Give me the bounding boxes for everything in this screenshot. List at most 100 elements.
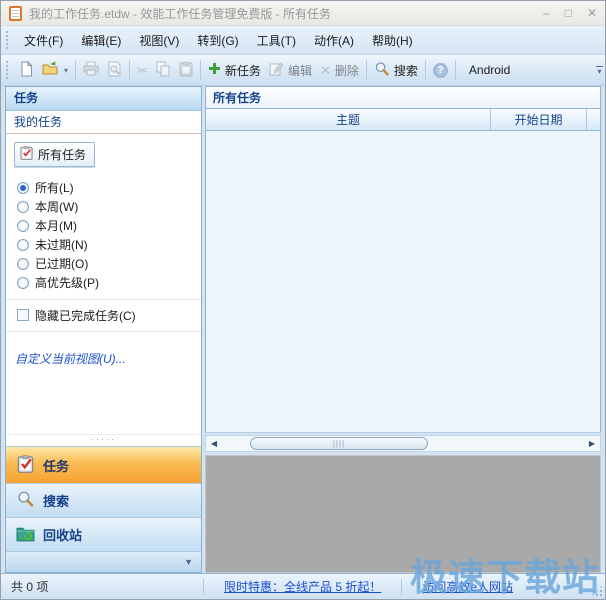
search-icon	[374, 61, 390, 80]
divider	[6, 299, 201, 300]
copy-button[interactable]	[152, 58, 175, 82]
radio-icon[interactable]	[17, 220, 29, 232]
task-list-area[interactable]	[205, 131, 601, 433]
menu-edit[interactable]: 编辑(E)	[72, 28, 130, 53]
view-title: 所有任务	[205, 86, 601, 109]
menu-tools[interactable]: 工具(T)	[248, 28, 305, 53]
edit-task-button[interactable]: 编辑	[265, 58, 316, 82]
my-tasks-group-label: 我的任务	[6, 111, 201, 134]
tasks-clipboard-icon	[16, 454, 35, 477]
menu-file[interactable]: 文件(F)	[15, 28, 72, 53]
help-button[interactable]: ?	[429, 58, 452, 82]
all-tasks-button[interactable]: 所有任务	[14, 142, 95, 167]
window-controls: – □ ✕	[543, 7, 597, 19]
task-grid-header: 主题 开始日期	[205, 109, 601, 131]
print-icon	[83, 61, 99, 79]
toolbar-separator	[200, 60, 201, 80]
column-header-subject[interactable]: 主题	[206, 109, 491, 131]
maximize-icon[interactable]: □	[565, 7, 572, 19]
open-file-button[interactable]: ▾	[38, 58, 72, 82]
menu-bar: 文件(F) 编辑(E) 视图(V) 转到(G) 工具(T) 动作(A) 帮助(H…	[1, 26, 605, 55]
delete-x-icon: ✕	[320, 64, 331, 77]
delete-task-button[interactable]: ✕ 删除	[316, 58, 363, 82]
filter-all[interactable]: 所有(L)	[17, 178, 201, 197]
filter-not-expired[interactable]: 未过期(N)	[17, 235, 201, 254]
radio-icon[interactable]	[17, 201, 29, 213]
toolbar: ▾ ✂	[1, 55, 605, 86]
nav-tasks[interactable]: 任务	[6, 446, 201, 483]
filter-this-week[interactable]: 本周(W)	[17, 197, 201, 216]
filter-label: 未过期(N)	[35, 236, 88, 253]
hide-completed-checkbox-row[interactable]: 隐藏已完成任务(C)	[6, 306, 201, 324]
task-preview-pane	[205, 455, 601, 573]
search-magnifier-icon	[16, 490, 35, 512]
new-file-button[interactable]	[15, 58, 38, 82]
cut-button[interactable]: ✂	[133, 58, 152, 82]
clipboard-check-icon	[19, 145, 34, 164]
scroll-right-arrow-icon[interactable]: ▶	[584, 436, 600, 451]
all-tasks-button-label: 所有任务	[38, 146, 86, 163]
new-file-icon	[19, 61, 34, 80]
resize-grip[interactable]	[591, 585, 602, 596]
menu-view[interactable]: 视图(V)	[130, 28, 188, 53]
edit-task-label: 编辑	[288, 62, 312, 79]
sidebar-body: 我的任务 所有任务 所有(L) 本周(W) 本月(M)	[6, 111, 201, 434]
minimize-icon[interactable]: –	[543, 7, 550, 19]
filter-label: 本月(M)	[35, 217, 77, 234]
help-icon: ?	[433, 63, 448, 78]
account-label: Android	[469, 63, 510, 77]
radio-icon[interactable]	[17, 277, 29, 289]
print-button[interactable]	[79, 58, 103, 82]
site-link[interactable]: 访问高效e人网站	[422, 578, 513, 595]
chevron-down-icon: ▼	[184, 557, 193, 567]
checkbox-icon[interactable]	[17, 309, 29, 321]
open-dropdown-caret-icon[interactable]: ▾	[64, 66, 68, 75]
radio-icon[interactable]	[17, 258, 29, 270]
menu-help[interactable]: 帮助(H)	[363, 28, 422, 53]
promo-link[interactable]: 限时特惠：全线产品 5 折起！	[224, 578, 381, 595]
open-folder-icon	[42, 61, 59, 79]
chevron-down-icon: ▾	[597, 68, 601, 75]
filter-this-month[interactable]: 本月(M)	[17, 216, 201, 235]
filter-label: 本周(W)	[35, 198, 78, 215]
plus-icon	[208, 62, 221, 78]
filter-label: 高优先级(P)	[35, 274, 99, 291]
filter-high-priority[interactable]: 高优先级(P)	[17, 273, 201, 292]
radio-icon[interactable]	[17, 239, 29, 251]
account-selector[interactable]: Android	[459, 58, 520, 82]
toolbar-separator	[75, 60, 76, 80]
items-count: 共 0 项	[1, 578, 197, 595]
close-icon[interactable]: ✕	[587, 7, 597, 19]
filter-expired[interactable]: 已过期(O)	[17, 254, 201, 273]
new-task-label: 新任务	[225, 62, 261, 79]
task-filters: 所有(L) 本周(W) 本月(M) 未过期(N) 已过期(O)	[6, 178, 201, 292]
toolbar-separator	[129, 60, 130, 80]
menu-actions[interactable]: 动作(A)	[305, 28, 363, 53]
sidebar-splitter-handle[interactable]: ·····	[6, 434, 201, 446]
scrollbar-thumb[interactable]: ||||	[250, 437, 428, 450]
toolbar-overflow-button[interactable]: ▾	[596, 66, 603, 75]
radio-icon[interactable]	[17, 182, 29, 194]
customize-view-link[interactable]: 自定义当前视图(U)...	[15, 350, 201, 367]
menu-goto[interactable]: 转到(G)	[188, 28, 247, 53]
status-bar: 共 0 项 限时特惠：全线产品 5 折起！ 访问高效e人网站	[1, 573, 605, 599]
horizontal-scrollbar[interactable]: ◀ |||| ▶	[205, 435, 601, 452]
toolbar-grip	[6, 61, 10, 79]
nav-search[interactable]: 搜索	[6, 483, 201, 517]
nav-search-label: 搜索	[43, 491, 69, 510]
sidebar: 任务 我的任务 所有任务 所有(L) 本周(W)	[5, 86, 202, 573]
paste-icon	[179, 61, 193, 80]
hide-completed-label: 隐藏已完成任务(C)	[35, 307, 136, 324]
paste-button[interactable]	[175, 58, 197, 82]
toolbar-separator	[366, 60, 367, 80]
edit-icon	[269, 61, 284, 79]
scroll-left-arrow-icon[interactable]: ◀	[206, 436, 222, 451]
nav-collapse-bar[interactable]: ▼	[6, 551, 201, 572]
filter-label: 所有(L)	[35, 179, 74, 196]
print-preview-button[interactable]	[103, 58, 126, 82]
nav-recycle-bin[interactable]: 回收站	[6, 517, 201, 551]
column-header-start-date[interactable]: 开始日期	[491, 109, 587, 131]
search-button[interactable]: 搜索	[370, 58, 422, 82]
main-panel: 所有任务 主题 开始日期 ◀ |||| ▶	[205, 86, 601, 573]
new-task-button[interactable]: 新任务	[204, 58, 265, 82]
